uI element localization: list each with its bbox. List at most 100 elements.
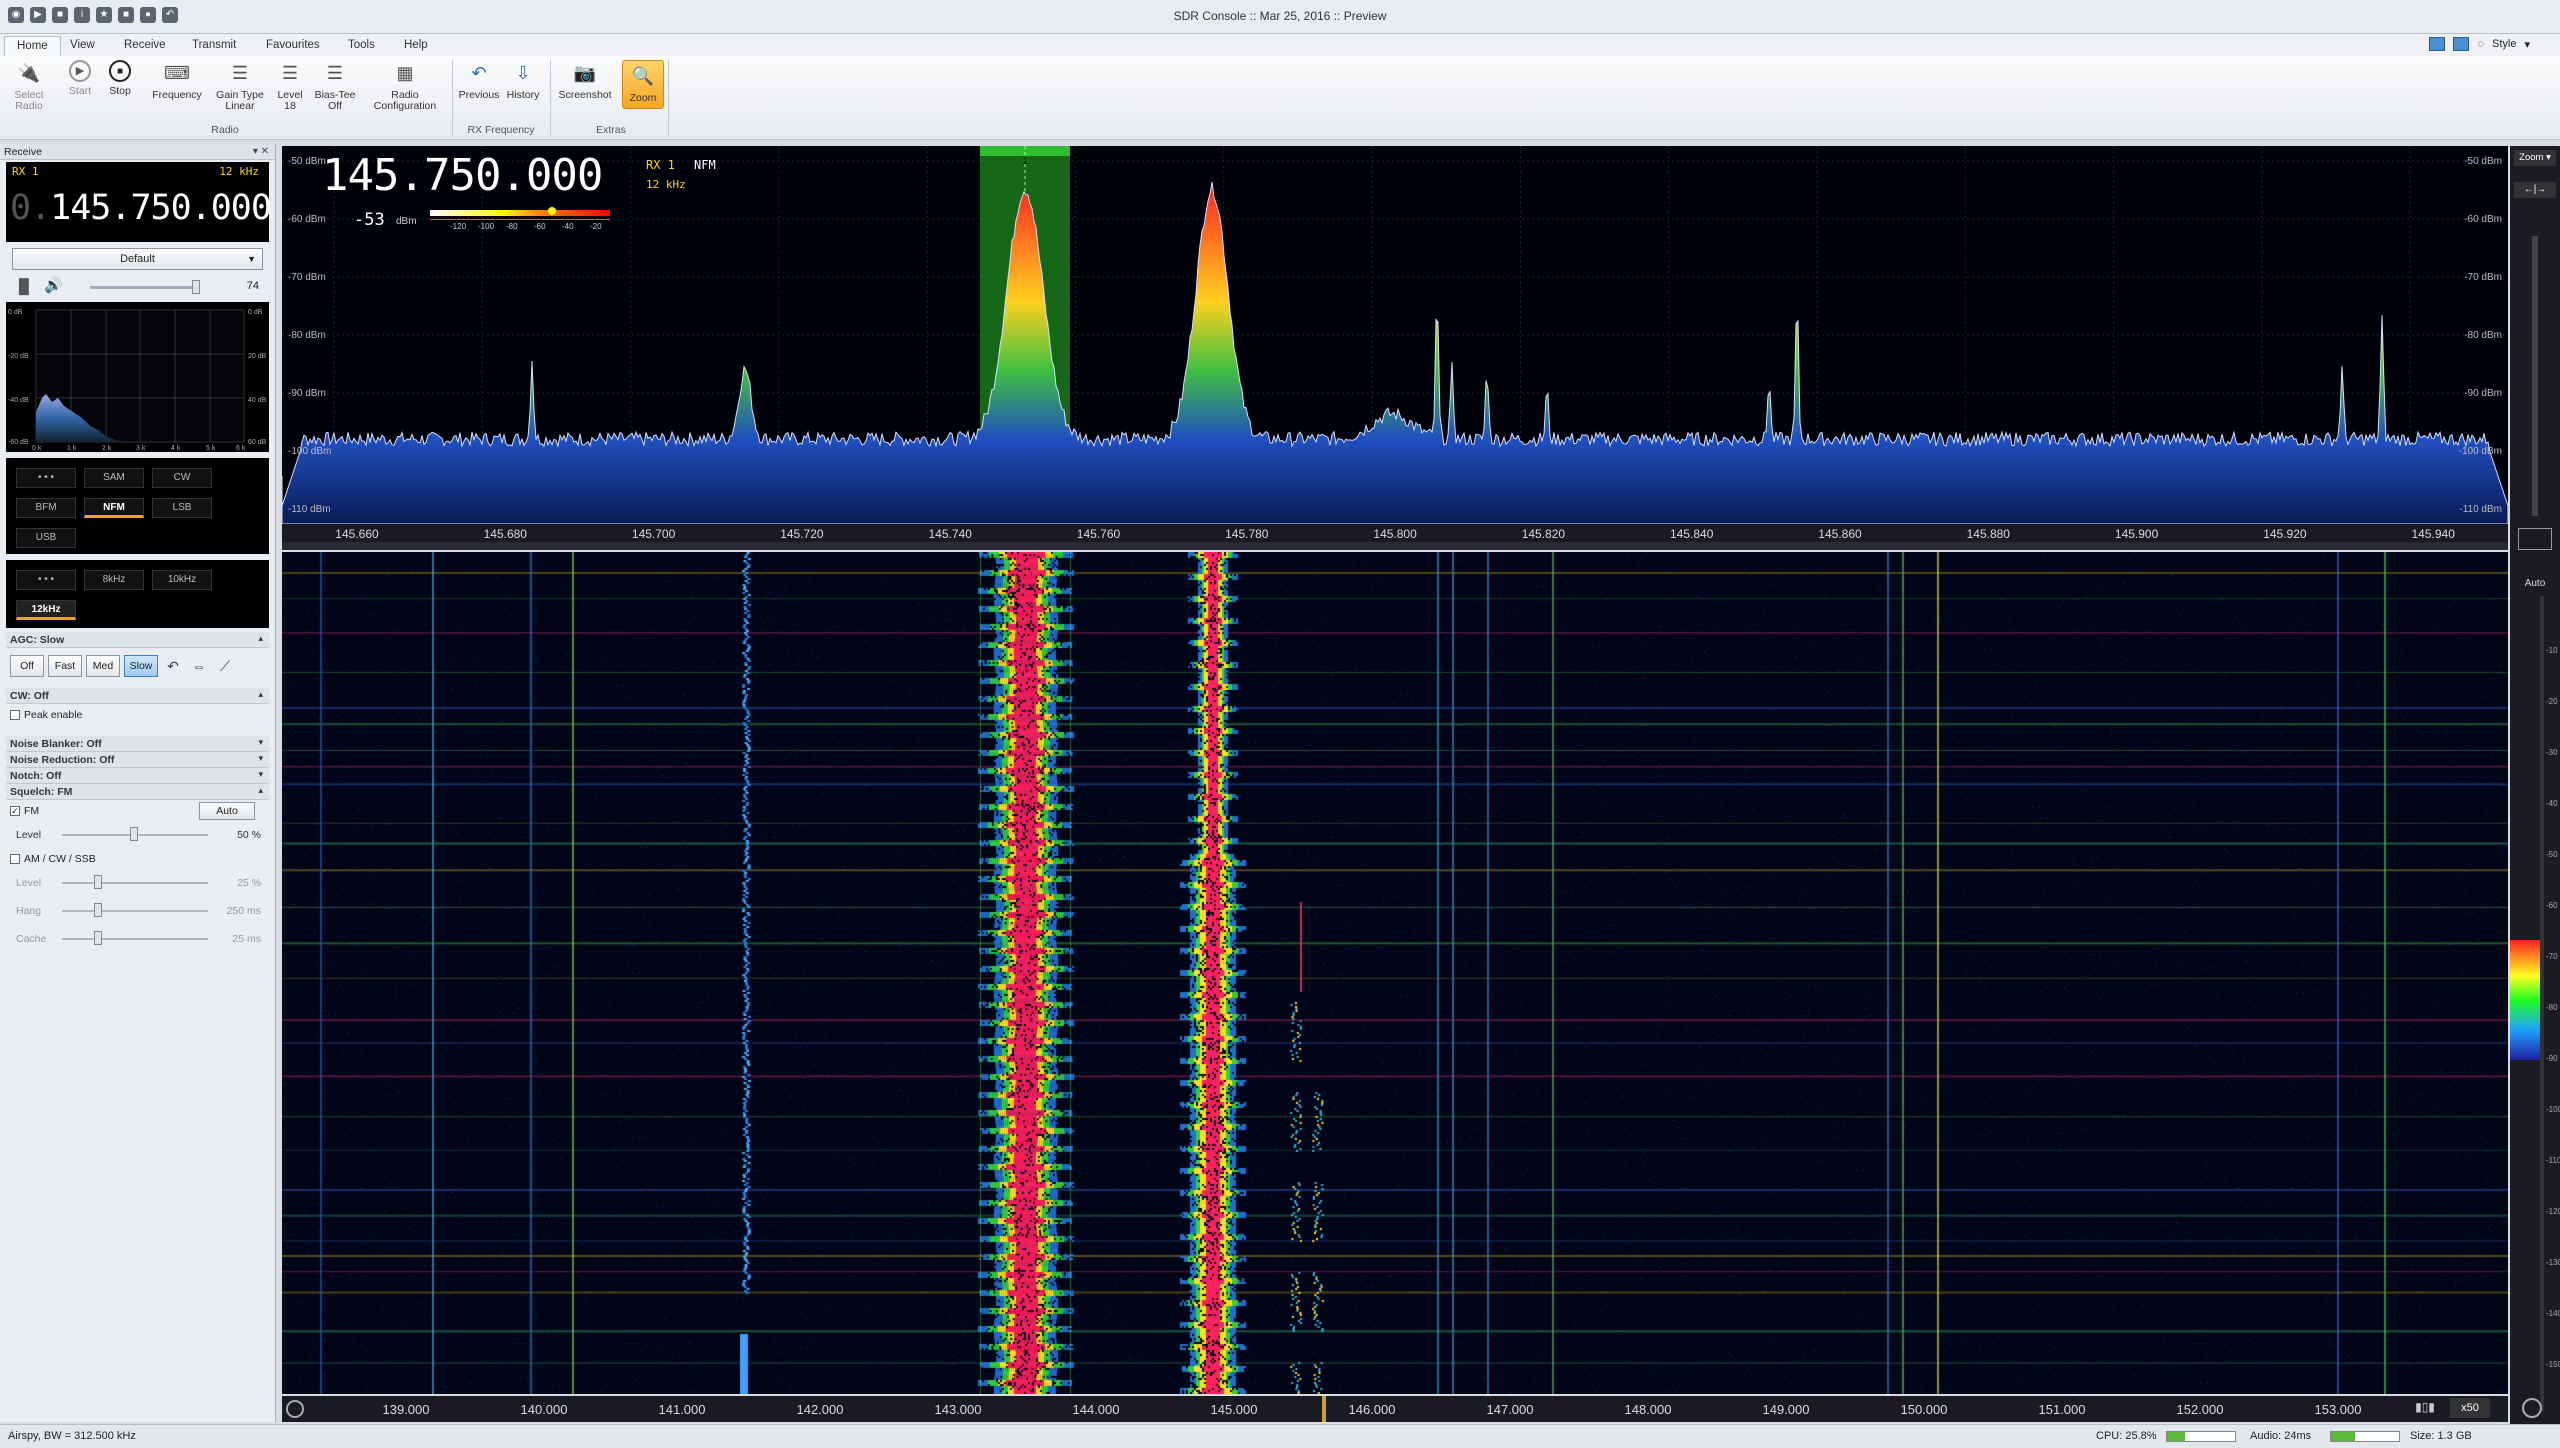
meter-icon[interactable]: ▐▌ [14, 278, 34, 294]
frequency-value[interactable]: 0.145.750.000 [10, 188, 272, 228]
radio-configuration-button[interactable]: ▦ Radio Configuration [362, 60, 448, 112]
cache-thumb[interactable] [94, 931, 102, 945]
layout-icon[interactable] [2453, 37, 2470, 51]
mode-sam-button[interactable]: SAM [84, 468, 144, 488]
chevron-down-icon[interactable]: ▾ [2524, 38, 2530, 51]
waterfall-auto-button[interactable]: Auto [2514, 578, 2556, 592]
cw-section-header[interactable]: CW: Off ▴ [6, 688, 269, 704]
spectrum-frequency-axis[interactable]: 145.660 145.680 145.700 145.720 145.740 145.7… [282, 524, 2508, 542]
waterfall-display[interactable] [282, 552, 2508, 1394]
tab-view[interactable]: View [58, 36, 107, 56]
audio-spectrum-plot: 0 dB -20 dB -40 dB -60 dB 0 dB 20 dB 40 … [8, 309, 267, 452]
squelch-level-row: Level 50 % [16, 827, 261, 841]
tab-tools[interactable]: Tools [336, 36, 387, 56]
bandwidth-10khz-button[interactable]: 10kHz [152, 570, 212, 590]
notch-section-header[interactable]: Notch: Off ▾ [6, 768, 269, 784]
am-level-slider[interactable] [62, 882, 208, 884]
mode-usb-button[interactable]: USB [16, 528, 76, 548]
layout-icon[interactable] [2429, 37, 2446, 51]
scroll-left-icon[interactable] [286, 1400, 304, 1418]
db-axis-label: -60 dBm [2464, 214, 2502, 225]
hang-thumb[interactable] [94, 903, 102, 917]
hang-slider[interactable] [62, 910, 208, 912]
am-level-thumb[interactable] [94, 875, 102, 889]
group-separator [550, 60, 551, 136]
agc-slow-button[interactable]: Slow [124, 655, 158, 677]
noise-reduction-section-header[interactable]: Noise Reduction: Off ▾ [6, 752, 269, 768]
waterfall-speed[interactable]: x50 [2450, 1398, 2490, 1418]
bias-tee-button[interactable]: ☰ Bias-Tee Off [312, 60, 358, 112]
status-device: Airspy, BW = 312.500 kHz [8, 1430, 136, 1442]
level-button[interactable]: ☰ Level 18 [270, 60, 310, 112]
style-menu[interactable]: Style [2492, 38, 2516, 50]
waterfall-canvas[interactable] [282, 552, 2508, 1394]
mode-lsb-button[interactable]: LSB [152, 498, 212, 518]
volume-slider-thumb[interactable] [192, 280, 200, 294]
history-button[interactable]: ⇩ History [500, 60, 546, 101]
squelch-fm-checkbox[interactable]: ✓ FM Auto [6, 802, 269, 820]
peak-enable-checkbox[interactable]: Peak enable [6, 706, 269, 724]
zoom-button[interactable]: 🔍 Zoom [622, 60, 664, 109]
history-icon: ⇩ [515, 62, 531, 83]
plug-icon: 🔌 [17, 62, 41, 83]
bandwidth-8khz-button[interactable]: 8kHz [84, 570, 144, 590]
waterfall-frequency-axis[interactable]: 139.000 140.000 141.000 142.000 143.000 144.0… [282, 1396, 2508, 1422]
bandwidth-12khz-button[interactable]: 12kHz [16, 600, 76, 620]
waterfall-tick-label: 151.000 [2038, 1402, 2086, 1417]
waterfall-scale-label: -10 [2546, 646, 2558, 655]
waterfall-palette[interactable] [2510, 940, 2540, 1060]
tab-favourites[interactable]: Favourites [254, 36, 332, 56]
bandwidth-more-button[interactable]: • • • [16, 570, 76, 590]
agc-fast-button[interactable]: Fast [48, 655, 82, 677]
spectrum-plot[interactable]: 1 [282, 146, 2508, 524]
scroll-right-icon[interactable] [2522, 1398, 2542, 1418]
frequency-display[interactable]: RX 1 12 kHz 0.145.750.000 [6, 162, 272, 242]
volume-slider[interactable] [90, 286, 200, 289]
noise-blanker-section-header[interactable]: Noise Blanker: Off ▾ [6, 736, 269, 752]
mode-nfm-button[interactable]: NFM [84, 498, 144, 518]
stop-button[interactable]: ■ Stop [102, 60, 138, 97]
zoom-slider-thumb[interactable] [2518, 528, 2552, 550]
marker-label: 1 [1022, 156, 1027, 166]
spectrum-display[interactable]: 1 145.750.000 RX 1 NFM 12 kHz -53 dBm -1… [282, 146, 2508, 542]
agc-section-header[interactable]: AGC: Slow ▴ [6, 632, 269, 648]
screenshot-button[interactable]: 📷 Screenshot [554, 60, 616, 101]
start-button[interactable]: ▶ Start [60, 60, 100, 97]
panel-controls[interactable]: ▾ ✕ [253, 146, 269, 157]
cache-row: Cache 25 ms [16, 931, 261, 945]
audio-axis-label: -60 dB [8, 439, 29, 446]
mode-cw-button[interactable]: CW [152, 468, 212, 488]
splitter[interactable] [282, 542, 2508, 550]
gain-type-button[interactable]: ☰ Gain Type Linear [214, 60, 266, 112]
mode-more-button[interactable]: • • • [16, 468, 76, 488]
squelch-section-header[interactable]: Squelch: FM ▴ [6, 784, 269, 800]
zoom-slider[interactable] [2532, 236, 2538, 516]
link-icon[interactable]: ⇔ [188, 655, 210, 677]
zoom-fit-button[interactable]: ←|→ [2514, 182, 2556, 198]
graph-icon[interactable]: ⟋ [214, 655, 236, 677]
frequency-tick-label: 145.760 [1076, 527, 1121, 541]
select-radio-button[interactable]: 🔌 Select Radio [8, 60, 50, 112]
mode-bfm-button[interactable]: BFM [16, 498, 76, 518]
status-audio: Audio: 24ms [2250, 1430, 2312, 1442]
agc-off-button[interactable]: Off [10, 655, 44, 677]
previous-button[interactable]: ↶ Previous [454, 60, 504, 101]
frequency-tick-label: 145.780 [1225, 527, 1269, 541]
tab-receive[interactable]: Receive [112, 36, 178, 56]
tab-help[interactable]: Help [392, 36, 440, 56]
squelch-level-thumb[interactable] [130, 827, 138, 841]
undo-icon[interactable]: ↶ [162, 655, 184, 677]
squelch-auto-button[interactable]: Auto [199, 802, 255, 820]
agc-med-button[interactable]: Med [86, 655, 120, 677]
meter-scale-label: -100 [478, 222, 495, 231]
cache-slider[interactable] [62, 938, 208, 940]
help-icon[interactable]: ◌ [2477, 38, 2484, 50]
tab-home[interactable]: Home [4, 36, 61, 56]
frequency-button[interactable]: ⌨ Frequency [148, 60, 206, 101]
squelch-am-checkbox[interactable]: AM / CW / SSB [6, 850, 269, 868]
speaker-icon[interactable]: 🔊 [44, 276, 63, 294]
zoom-dropdown[interactable]: Zoom ▾ [2514, 150, 2556, 166]
preset-dropdown[interactable]: Default ▼ [12, 248, 263, 270]
tab-transmit[interactable]: Transmit [180, 36, 248, 56]
bar-chart-icon[interactable]: ▮▯▮ [2412, 1400, 2438, 1416]
